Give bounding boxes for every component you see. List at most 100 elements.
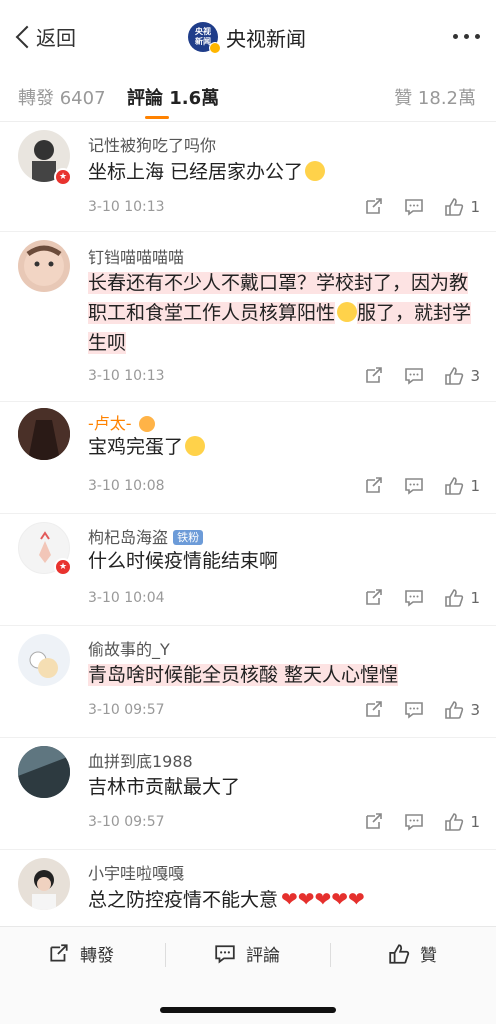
thumbs-up-icon [445,701,464,719]
thumbs-up-icon [445,813,464,831]
like-label: 贊 [420,946,437,966]
comment-text: 宝鸡完蛋了 [88,432,478,462]
comment-actions: 1 [364,589,480,607]
comment-icon[interactable] [404,367,424,385]
comment-actions: 1 [364,198,480,216]
thumbs-up-icon [445,477,464,495]
repost-icon[interactable] [364,701,384,719]
comment-item: ★ 枸杞岛海盗 铁粉 什么时候疫情能结束啊 3-10 10:04 1 [0,514,496,626]
repost-icon[interactable] [364,367,384,385]
like-button[interactable]: 3 [444,701,480,719]
like-count: 1 [470,477,480,495]
repost-icon[interactable] [364,813,384,831]
comment-icon [215,944,235,963]
repost-icon [50,943,68,961]
page-title[interactable]: 央视 新闻 央视新闻 [188,22,306,54]
heart-icons: ❤❤❤❤❤ [281,887,365,911]
comment-text: 坐标上海 已经居家办公了 [88,157,478,187]
repost-button[interactable]: 轉發 [48,941,114,966]
star-badge-icon: ★ [54,558,72,576]
comment-item: -卢太- 宝鸡完蛋了 3-10 10:08 1 [0,402,496,514]
back-label: 返回 [36,26,76,50]
comment-actions: 1 [364,477,480,495]
tab-comment[interactable]: 評論 1.6萬 [127,84,219,110]
like-count: 1 [470,813,480,831]
comment-text: 什么时候疫情能结束啊 [88,550,279,572]
comment-item: 小宇哇啦嘎嘎 总之防控疫情不能大意 ❤❤❤❤❤ [0,850,496,926]
comment-username[interactable]: 偷故事的_Y [88,636,170,660]
comment-button[interactable]: 評論 [214,941,280,966]
comment-username[interactable]: 血拼到底1988 [88,748,193,772]
like-button[interactable]: 贊 [388,941,437,966]
comment-actions: 3 [364,701,480,719]
avatar[interactable] [18,408,70,460]
like-button[interactable]: 3 [444,367,480,385]
nav-title: 央视新闻 [226,26,306,51]
comment-label: 評論 [246,946,280,966]
like-count: 1 [470,198,480,216]
like-button[interactable]: 1 [444,477,480,495]
fan-badge: 铁粉 [173,530,204,545]
comment-username[interactable]: 枸杞岛海盗 铁粉 [88,524,204,548]
comment-text: 长春还有不少人不戴口罩？学校封了，因为教职工和食堂工作人员核算阳性 服了，就封学生… [88,272,472,354]
back-button[interactable]: 返回 [12,22,76,51]
comment-icon[interactable] [404,198,424,216]
comment-icon[interactable] [404,477,424,495]
repost-icon[interactable] [364,477,384,495]
verified-icon [209,42,221,54]
laugh-cry-emoji-icon [305,161,326,181]
avatar[interactable] [18,858,70,910]
thumbs-up-icon [389,943,410,964]
comment-actions: 3 [364,367,480,385]
thumbs-up-icon [445,367,464,385]
comment-icon[interactable] [404,589,424,607]
bottom-action-bar: 轉發 評論 贊 [0,926,496,1024]
thumbs-up-icon [445,589,464,607]
comment-username[interactable]: 记性被狗吃了吗你 [88,132,216,156]
comment-item: 钉铛喵喵喵喵 长春还有不少人不戴口罩？学校封了，因为教职工和食堂工作人员核算阳性… [0,232,496,402]
comment-text: 吉林市贡献最大了 [88,776,241,798]
comment-item: 偷故事的_Y 青岛啥时候能全员核酸 整天人心惶惶 3-10 09:57 3 [0,626,496,738]
more-dots-icon[interactable] [453,34,480,39]
avatar[interactable] [18,240,70,292]
like-count: 1 [470,589,480,607]
comment-icon[interactable] [404,813,424,831]
repost-label: 轉發 [80,946,114,966]
tab-like[interactable]: 贊 18.2萬 [394,84,476,110]
avatar[interactable] [18,746,70,798]
scream-emoji-icon [185,436,206,456]
comment-icon[interactable] [404,701,424,719]
comment-time: 3-10 10:04 [88,590,165,606]
comment-text: 青岛啥时候能全员核酸 整天人心惶惶 [88,664,399,686]
star-badge-icon: ★ [54,168,72,186]
crown-badge-icon [138,416,155,432]
comment-actions: 1 [364,813,480,831]
comment-item: ★ 记性被狗吃了吗你 坐标上海 已经居家办公了 3-10 10:13 1 [0,122,496,232]
nav-bar: 返回 央视 新闻 央视新闻 [0,0,496,72]
comment-time: 3-10 10:13 [88,368,165,384]
divider [330,943,331,967]
like-button[interactable]: 1 [444,813,480,831]
comment-username[interactable]: 钉铛喵喵喵喵 [88,244,184,268]
like-button[interactable]: 1 [444,198,480,216]
comment-item: 血拼到底1988 吉林市贡献最大了 3-10 09:57 1 [0,738,496,850]
comment-username[interactable]: -卢太- [88,410,155,434]
chevron-left-icon [12,24,34,50]
cctv-news-logo: 央视 新闻 [188,22,221,54]
like-count: 3 [470,701,480,719]
home-indicator [160,1007,336,1013]
comment-time: 3-10 10:08 [88,478,165,494]
comment-time: 3-10 09:57 [88,814,165,830]
repost-icon[interactable] [364,589,384,607]
comment-username[interactable]: 小宇哇啦嘎嘎 [88,860,184,884]
tab-underline [145,116,169,119]
tab-repost[interactable]: 轉發 6407 [18,84,106,110]
comment-time: 3-10 09:57 [88,702,165,718]
comment-time: 3-10 10:13 [88,199,165,215]
thumbs-up-icon [445,198,464,216]
repost-icon[interactable] [364,198,384,216]
avatar[interactable] [18,634,70,686]
like-button[interactable]: 1 [444,589,480,607]
comment-text: 总之防控疫情不能大意 ❤❤❤❤❤ [88,887,365,911]
divider [165,943,166,967]
